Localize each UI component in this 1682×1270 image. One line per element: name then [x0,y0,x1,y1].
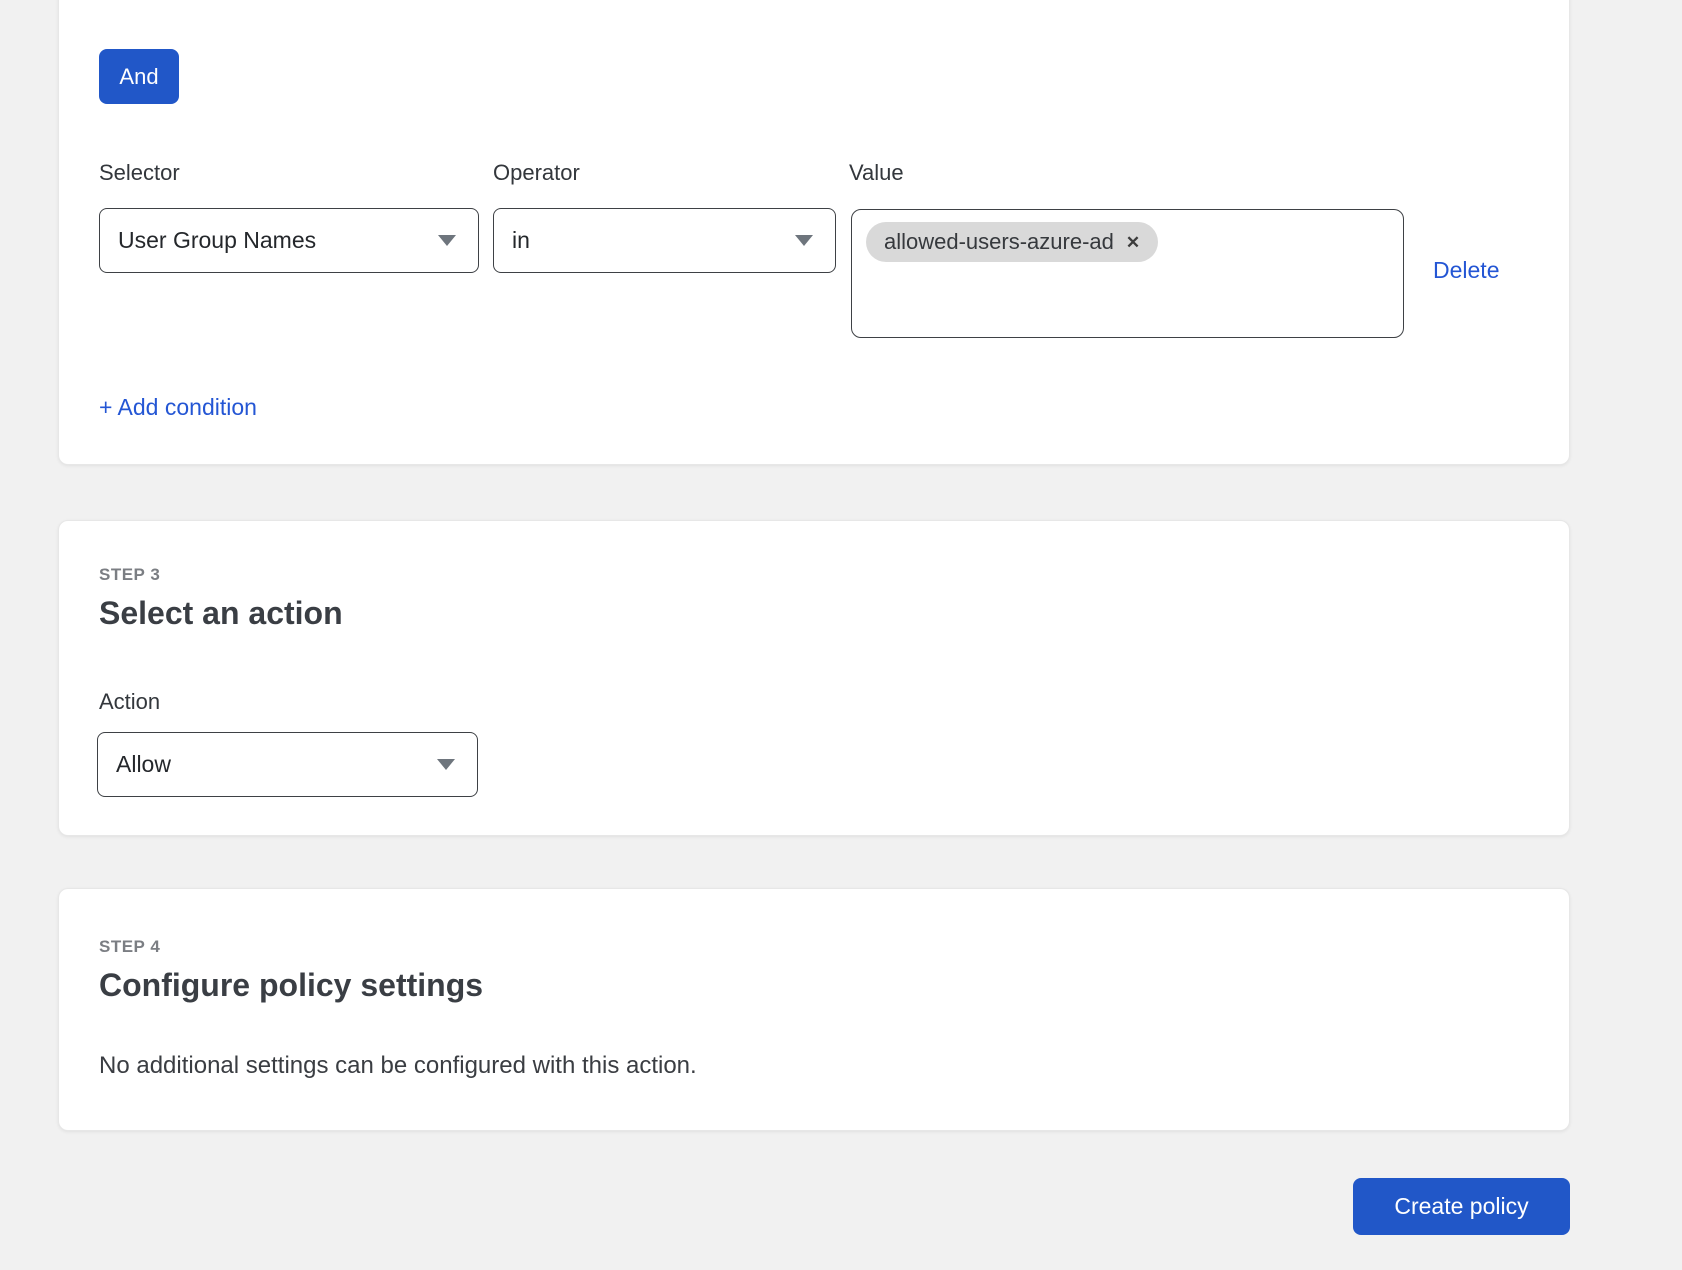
value-tag-text: allowed-users-azure-ad [884,229,1114,255]
step-3-label: STEP 3 [99,565,160,585]
select-action-card: STEP 3 Select an action Action Allow [58,520,1570,836]
step-4-label: STEP 4 [99,937,160,957]
value-multiselect-input[interactable]: allowed-users-azure-ad ✕ [851,209,1404,338]
configure-policy-settings-title: Configure policy settings [99,967,483,1004]
and-operator-button[interactable]: And [99,49,179,104]
condition-card: And Selector Operator Value User Group N… [58,0,1570,465]
action-dropdown[interactable]: Allow [97,732,478,797]
value-label: Value [849,160,904,186]
delete-condition-link[interactable]: Delete [1433,257,1499,284]
selector-label: Selector [99,160,180,186]
chevron-down-icon [438,235,456,246]
operator-label: Operator [493,160,580,186]
no-settings-message: No additional settings can be configured… [99,1052,697,1080]
chevron-down-icon [795,235,813,246]
selector-dropdown-value: User Group Names [118,227,316,254]
operator-dropdown-value: in [512,227,530,254]
value-tag: allowed-users-azure-ad ✕ [866,222,1158,262]
create-policy-button[interactable]: Create policy [1353,1178,1570,1235]
remove-tag-icon[interactable]: ✕ [1126,234,1140,251]
action-dropdown-value: Allow [116,751,171,778]
selector-dropdown[interactable]: User Group Names [99,208,479,273]
operator-dropdown[interactable]: in [493,208,836,273]
add-condition-link[interactable]: + Add condition [99,394,257,421]
select-action-title: Select an action [99,595,343,632]
chevron-down-icon [437,759,455,770]
policy-settings-card: STEP 4 Configure policy settings No addi… [58,888,1570,1131]
action-label: Action [99,689,160,715]
